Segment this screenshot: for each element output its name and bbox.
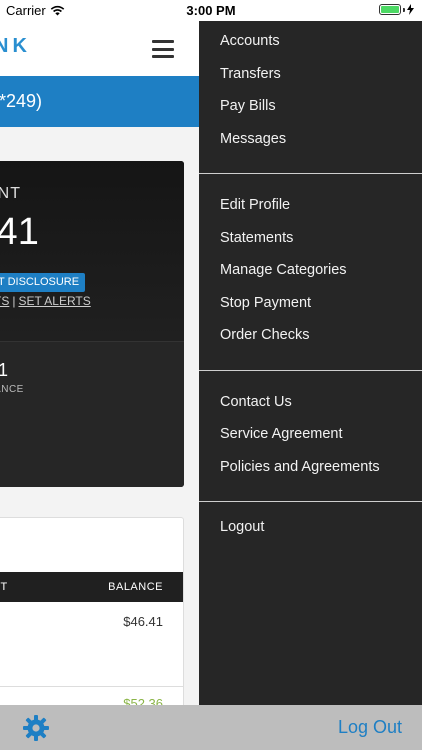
account-card: ENT .41 T DISCLOSURE TS|SET ALERTS 41 LA… — [0, 161, 184, 487]
app-header: NK — [0, 21, 199, 76]
transaction-balance: $46.41 — [123, 614, 163, 629]
charging-icon — [407, 4, 414, 15]
available-balance-amount: 41 — [0, 360, 9, 380]
account-number: **249) — [0, 91, 43, 111]
menu-item-manage-categories[interactable]: Manage Categories — [220, 262, 347, 278]
menu-item-stop-payment[interactable]: Stop Payment — [220, 295, 311, 311]
menu-divider — [199, 501, 422, 502]
transactions-header: IT BALANCE — [0, 572, 183, 602]
battery-icon — [379, 4, 414, 15]
row-divider — [0, 686, 183, 687]
menu-divider — [199, 370, 422, 371]
menu-item-accounts[interactable]: Accounts — [220, 33, 280, 49]
transactions-panel: IT BALANCE $46.41 $52.36 — [0, 517, 184, 705]
column-amount: IT — [0, 581, 8, 593]
transaction-balance: $52.36 — [123, 696, 163, 705]
menu-item-logout[interactable]: Logout — [220, 519, 264, 535]
bottom-toolbar: Log Out — [0, 705, 422, 750]
log-out-button[interactable]: Log Out — [338, 717, 402, 738]
hamburger-menu-icon[interactable] — [152, 40, 174, 58]
side-menu: Accounts Transfers Pay Bills Messages Ed… — [199, 21, 422, 705]
set-alerts-link[interactable]: SET ALERTS — [18, 294, 90, 308]
gear-icon[interactable] — [22, 714, 50, 742]
bank-logo: NK — [0, 35, 31, 57]
column-balance: BALANCE — [108, 581, 163, 593]
menu-item-transfers[interactable]: Transfers — [220, 66, 281, 82]
account-link-partial[interactable]: TS — [0, 294, 9, 308]
account-type-label: ENT — [0, 185, 21, 202]
menu-item-contact-us[interactable]: Contact Us — [220, 394, 292, 410]
menu-divider — [199, 173, 422, 174]
account-summary: ENT .41 T DISCLOSURE TS|SET ALERTS — [0, 161, 184, 341]
clock: 3:00 PM — [186, 3, 236, 18]
disclosure-button[interactable]: T DISCLOSURE — [0, 273, 86, 292]
main-page: NK **249) ENT .41 T DISCLOSURE TS|SET AL… — [0, 21, 199, 705]
menu-item-order-checks[interactable]: Order Checks — [220, 327, 309, 343]
menu-item-pay-bills[interactable]: Pay Bills — [220, 98, 276, 114]
account-balance: .41 — [0, 211, 39, 253]
menu-item-service-agreement[interactable]: Service Agreement — [220, 426, 343, 442]
available-balance-label: LANCE — [0, 384, 24, 395]
account-links: TS|SET ALERTS — [0, 294, 91, 308]
account-selector[interactable]: **249) — [0, 76, 199, 127]
link-separator: | — [12, 294, 16, 308]
menu-item-messages[interactable]: Messages — [220, 131, 286, 147]
menu-item-statements[interactable]: Statements — [220, 230, 293, 246]
status-bar: Carrier 3:00 PM — [0, 0, 422, 21]
menu-item-edit-profile[interactable]: Edit Profile — [220, 197, 290, 213]
menu-item-policies[interactable]: Policies and Agreements — [220, 459, 380, 475]
available-balance-section: 41 LANCE — [0, 341, 184, 487]
